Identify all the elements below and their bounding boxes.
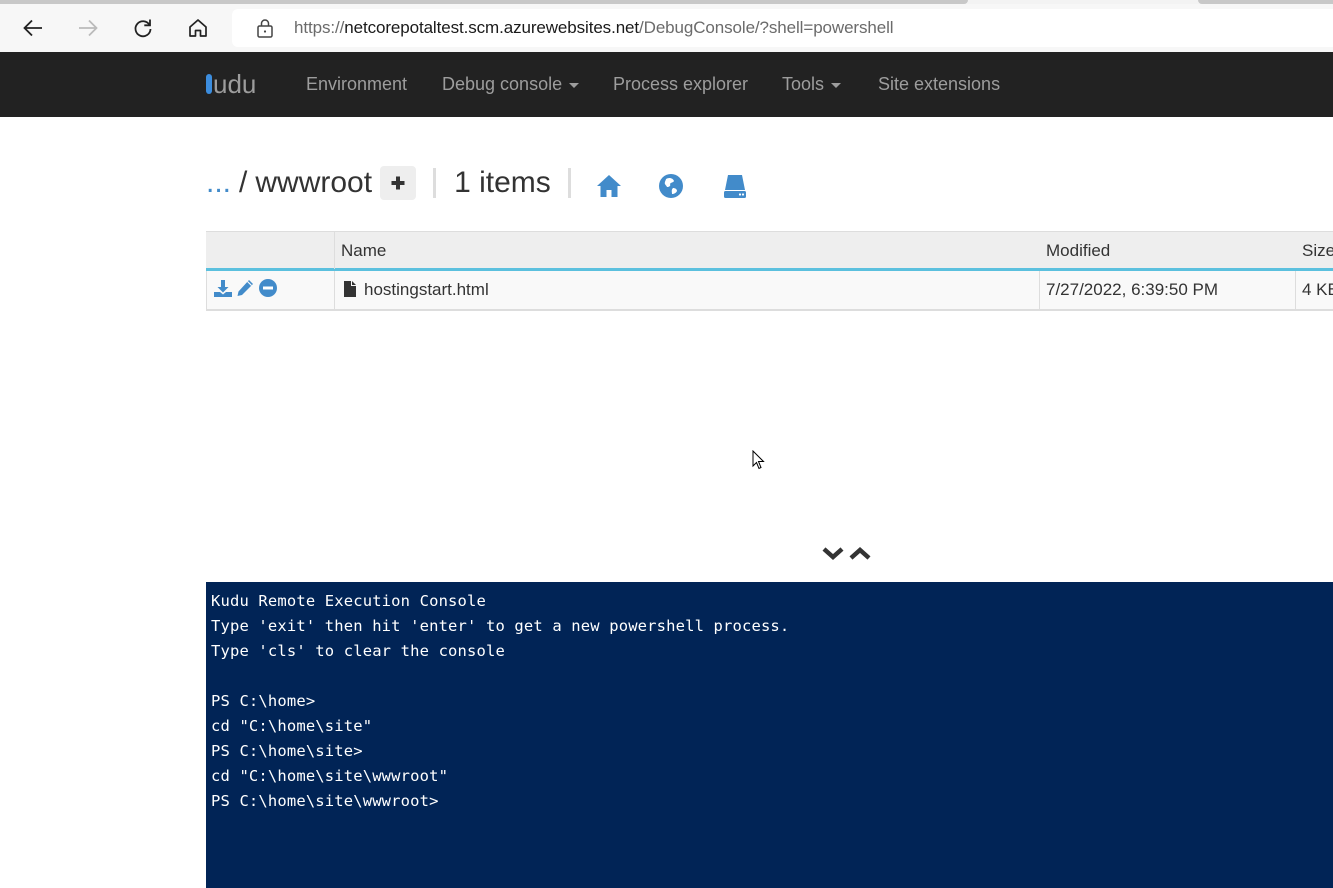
item-count: 1 items	[454, 166, 551, 199]
nav-label: Tools	[782, 74, 825, 94]
divider	[567, 168, 571, 198]
refresh-button[interactable]	[125, 10, 161, 46]
nav-label: Environment	[306, 74, 408, 94]
lock-icon[interactable]	[256, 18, 274, 38]
breadcrumb: ... / wwwroot 1 items	[206, 163, 589, 203]
console-line: PS C:\home>	[211, 692, 316, 710]
nav-tools[interactable]: Tools	[782, 74, 842, 95]
forward-button[interactable]	[70, 10, 106, 46]
kudu-k-icon	[206, 74, 218, 94]
brand-text: udu	[213, 68, 257, 99]
delete-icon[interactable]	[258, 278, 278, 298]
home-button[interactable]	[180, 10, 216, 46]
file-icon	[343, 280, 357, 303]
address-bar[interactable]: https://netcorepotaltest.scm.azurewebsit…	[232, 9, 1333, 47]
table-row[interactable]: hostingstart.html 7/27/2022, 6:39:50 PM …	[206, 271, 1333, 311]
nav-label: Process explorer	[613, 74, 749, 94]
nav-site-extensions[interactable]: Site extensions	[878, 74, 1000, 95]
home-icon	[189, 19, 207, 37]
plus-icon	[391, 176, 405, 190]
column-divider	[1039, 271, 1040, 309]
file-modified: 7/27/2022, 6:39:50 PM	[1046, 280, 1219, 299]
caret-down-icon	[831, 83, 842, 88]
kudu-navbar: udu Environment Debug console Process ex…	[0, 52, 1333, 117]
file-size: 4 KB	[1302, 280, 1333, 299]
table-header: Name Modified Size	[206, 231, 1333, 271]
powershell-console[interactable]: Kudu Remote Execution Console Type 'exit…	[206, 582, 1333, 888]
column-header-size[interactable]: Size	[1302, 241, 1333, 261]
expand-up-icon[interactable]	[848, 544, 872, 562]
column-divider	[334, 271, 335, 309]
arrow-right-icon	[79, 19, 98, 37]
drive-icon[interactable]	[721, 172, 749, 200]
url-host: netcorepotaltest.scm.azurewebsites.net	[344, 18, 640, 37]
column-header-modified[interactable]: Modified	[1046, 241, 1110, 261]
mouse-cursor-icon	[752, 450, 765, 470]
nav-process-explorer[interactable]: Process explorer	[613, 74, 748, 95]
console-line: PS C:\home\site>	[211, 742, 363, 760]
add-button[interactable]	[380, 166, 417, 200]
url-text[interactable]: https://netcorepotaltest.scm.azurewebsit…	[294, 18, 894, 38]
nav-label: Site extensions	[878, 74, 1001, 94]
column-header-name[interactable]: Name	[341, 241, 386, 261]
console-line: Type 'cls' to clear the console	[211, 642, 505, 660]
breadcrumb-separator: /	[239, 166, 248, 199]
breadcrumb-current: wwwroot	[255, 166, 373, 199]
collapse-down-icon[interactable]	[821, 544, 845, 562]
nav-debug-console[interactable]: Debug console	[442, 74, 580, 95]
back-button[interactable]	[15, 10, 51, 46]
edit-icon[interactable]	[235, 278, 255, 298]
console-line: cd "C:\home\site"	[211, 717, 373, 735]
browser-toolbar: https://netcorepotaltest.scm.azurewebsit…	[0, 4, 1333, 52]
refresh-icon	[134, 19, 152, 38]
console-line: cd "C:\home\site\wwwroot"	[211, 767, 449, 785]
column-divider	[1295, 271, 1296, 309]
breadcrumb-parent-link[interactable]: ...	[206, 166, 231, 200]
console-line: Kudu Remote Execution Console	[211, 592, 486, 610]
url-scheme: https://	[294, 18, 345, 37]
home-icon[interactable]	[595, 172, 623, 200]
url-path: /DebugConsole/?shell=powershell	[639, 18, 894, 37]
nav-label: Debug console	[442, 74, 563, 94]
globe-icon[interactable]	[657, 172, 685, 200]
console-line: Type 'exit' then hit 'enter' to get a ne…	[211, 617, 790, 635]
kudu-logo[interactable]: udu	[206, 68, 256, 100]
nav-environment[interactable]: Environment	[306, 74, 407, 95]
file-name-link[interactable]: hostingstart.html	[364, 280, 489, 300]
column-divider	[334, 232, 335, 269]
console-prompt[interactable]: PS C:\home\site\wwwroot>	[211, 789, 1333, 814]
arrow-left-icon	[23, 19, 42, 37]
divider	[433, 168, 437, 198]
download-icon[interactable]	[213, 278, 233, 298]
caret-down-icon	[569, 83, 580, 88]
